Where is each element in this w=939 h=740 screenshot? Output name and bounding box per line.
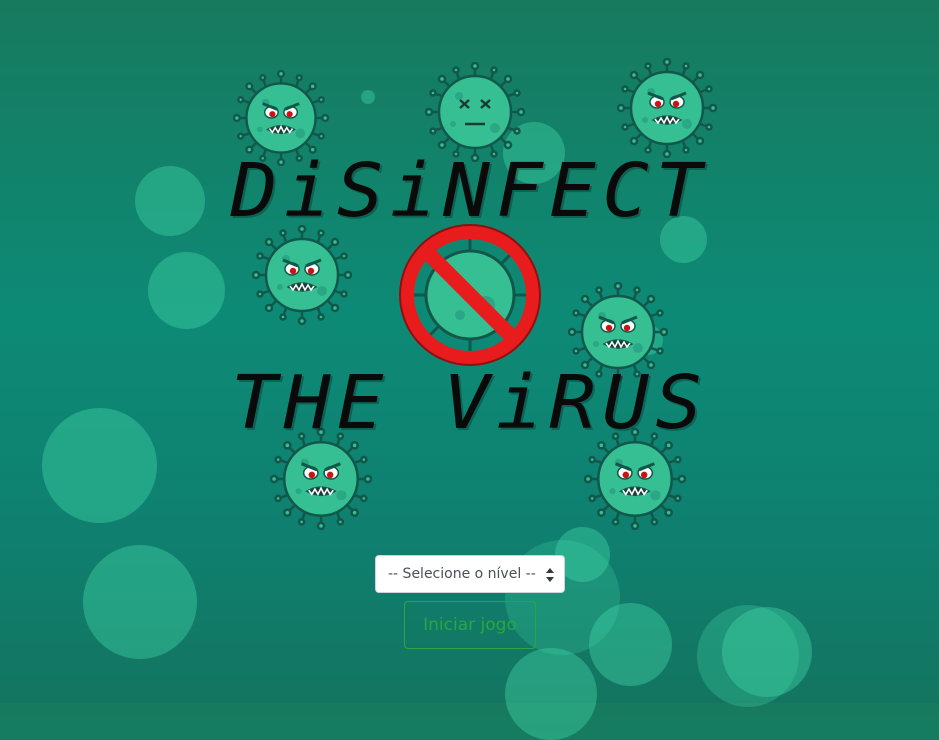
background-bubble bbox=[83, 545, 197, 659]
no-virus-icon bbox=[399, 224, 541, 366]
start-game-button[interactable]: Iniciar jogo bbox=[404, 601, 536, 649]
level-select-wrapper[interactable]: -- Selecione o nível -- bbox=[375, 555, 565, 593]
angry-virus-icon bbox=[617, 58, 717, 158]
angry-virus-icon bbox=[252, 225, 352, 325]
background-bubble bbox=[361, 90, 375, 104]
level-select[interactable]: -- Selecione o nível -- bbox=[376, 556, 564, 592]
background-bubble bbox=[505, 648, 597, 740]
dead-virus-icon bbox=[425, 62, 525, 162]
game-title-line-2: THE ViRUS bbox=[230, 360, 709, 446]
background-bubble bbox=[722, 607, 812, 697]
game-title-line-1: DiSiNFECT bbox=[230, 148, 709, 234]
game-start-screen: DiSiNFECT THE ViRUS -- Selecione o nível… bbox=[0, 0, 939, 740]
background-bubble bbox=[589, 603, 672, 686]
background-bubble bbox=[148, 252, 225, 329]
